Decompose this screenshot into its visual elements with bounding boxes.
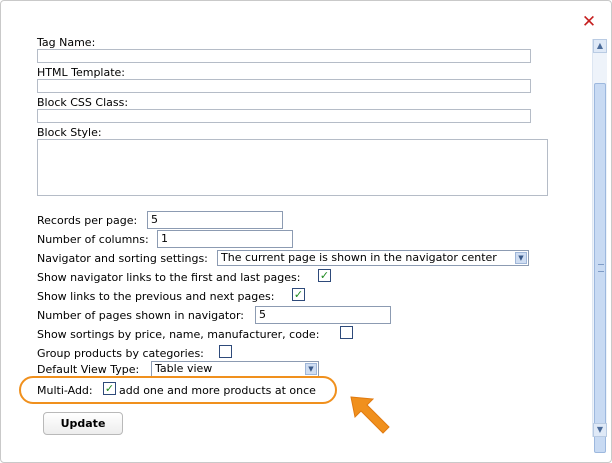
records-per-page-input[interactable]: 5	[147, 211, 283, 229]
show-sortings-checkbox[interactable]	[340, 326, 353, 339]
show-sortings-label: Show sortings by price, name, manufactur…	[37, 328, 320, 341]
block-css-class-field[interactable]	[37, 109, 531, 123]
html-template-field[interactable]	[37, 79, 531, 93]
show-first-last-checkbox[interactable]: ✓	[318, 269, 331, 282]
number-of-columns-label: Number of columns:	[37, 233, 149, 246]
tag-name-field[interactable]	[37, 49, 531, 63]
block-css-class-label: Block CSS Class:	[37, 96, 129, 109]
scroll-up-icon[interactable]: ▲	[593, 39, 607, 53]
update-button[interactable]: Update	[43, 412, 123, 435]
default-view-selected: Table view	[155, 362, 213, 375]
block-style-label: Block Style:	[37, 126, 102, 139]
scroll-thumb[interactable]	[594, 83, 606, 453]
grip-icon	[598, 264, 604, 272]
show-prev-next-checkbox[interactable]: ✓	[292, 288, 305, 301]
tag-name-label: Tag Name:	[37, 36, 96, 49]
default-view-label: Default View Type:	[37, 363, 140, 376]
default-view-select[interactable]: Table view ▼	[151, 361, 319, 377]
multi-add-checkbox[interactable]: ✓	[103, 382, 116, 395]
chevron-down-icon: ▼	[305, 363, 317, 375]
show-prev-next-label: Show links to the previous and next page…	[37, 290, 275, 303]
vertical-scrollbar[interactable]: ▲ ▼	[592, 39, 607, 453]
number-of-columns-input[interactable]: 1	[157, 230, 293, 248]
pointer-arrow-icon	[350, 396, 390, 434]
nav-sorting-selected: The current page is shown in the navigat…	[221, 251, 497, 264]
close-icon[interactable]: ✕	[581, 14, 597, 31]
html-template-label: HTML Template:	[37, 66, 126, 79]
nav-sorting-label: Navigator and sorting settings:	[37, 252, 208, 265]
chevron-down-icon: ▼	[515, 252, 527, 264]
multi-add-text: add one and more products at once	[119, 384, 316, 397]
multi-add-label: Multi-Add:	[37, 384, 93, 397]
pages-in-navigator-input[interactable]: 5	[255, 306, 391, 324]
block-style-textarea[interactable]	[37, 139, 548, 196]
pages-in-navigator-label: Number of pages shown in navigator:	[37, 309, 244, 322]
show-first-last-label: Show navigator links to the first and la…	[37, 271, 301, 284]
records-per-page-label: Records per page:	[37, 214, 138, 227]
settings-dialog: ✕ Tag Name: HTML Template: Block CSS Cla…	[0, 0, 612, 463]
group-by-categories-label: Group products by categories:	[37, 347, 204, 360]
nav-sorting-select[interactable]: The current page is shown in the navigat…	[217, 250, 529, 266]
scroll-down-icon[interactable]: ▼	[593, 423, 607, 437]
group-by-categories-checkbox[interactable]	[219, 345, 232, 358]
